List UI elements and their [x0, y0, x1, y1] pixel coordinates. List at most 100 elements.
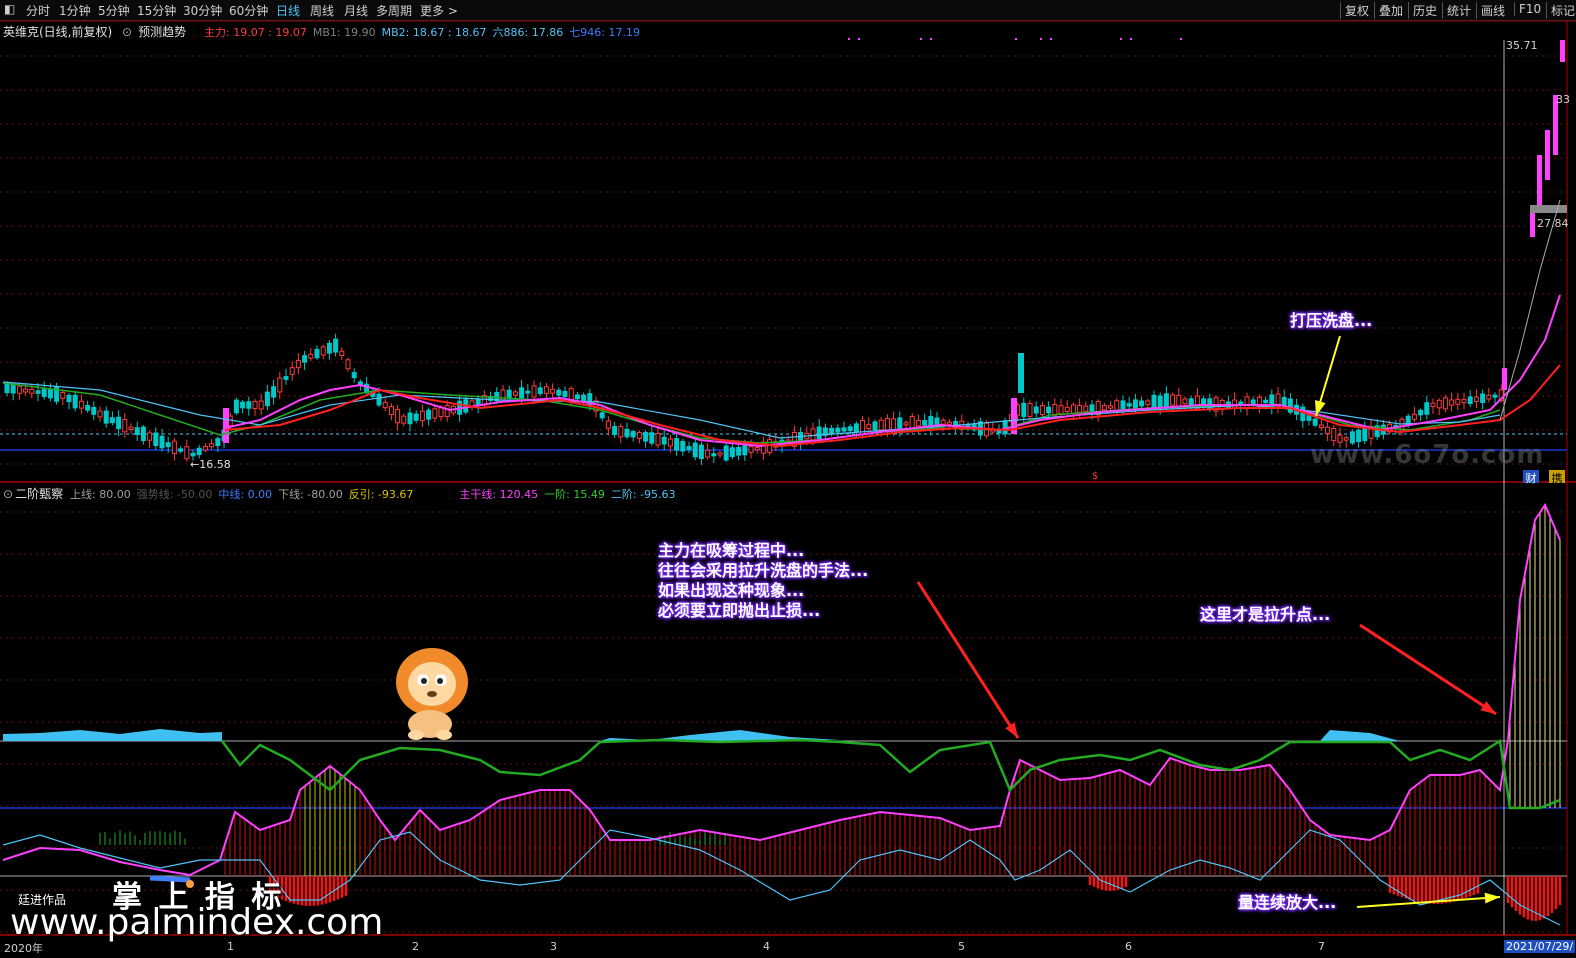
- sub-panel-header: ⊙ 二阶甄察: [3, 485, 69, 502]
- candle-body: [171, 440, 177, 455]
- x-tick-label: 5: [958, 940, 965, 953]
- candle-body: [1120, 400, 1126, 411]
- candle-body: [320, 346, 326, 356]
- candle-body: [1430, 402, 1436, 408]
- stock-title: 英维克(日线,前复权): [3, 25, 113, 39]
- callout-line: 必须要立即抛出止损...: [658, 601, 821, 620]
- candle-body: [258, 400, 264, 410]
- candle-body: [314, 348, 320, 359]
- candle-body: [556, 389, 562, 396]
- candle-body: [537, 387, 543, 395]
- candle-body: [1126, 403, 1132, 407]
- candle-body: [277, 377, 283, 393]
- candle-body: [413, 413, 419, 421]
- candle-body: [16, 385, 22, 394]
- candle-body: [525, 390, 531, 394]
- candle-body: [215, 438, 221, 447]
- candle-body: [196, 447, 202, 456]
- candle-body: [444, 405, 450, 417]
- candle-body: [1033, 406, 1039, 414]
- sub-indicator-name[interactable]: 二阶甄察: [15, 487, 63, 501]
- candle-body: [1188, 398, 1194, 406]
- candle-body: [438, 407, 444, 418]
- marker-dot: [1050, 38, 1052, 40]
- candle-body: [1545, 130, 1550, 180]
- candle-body: [401, 415, 407, 424]
- candle-body: [1362, 427, 1368, 442]
- candle-body: [382, 401, 388, 409]
- candle-body: [1089, 404, 1095, 413]
- dropdown-icon[interactable]: ⊙: [122, 25, 132, 39]
- candle-body: [128, 426, 134, 431]
- candle-body: [60, 391, 66, 399]
- marker-dot: [1120, 38, 1122, 40]
- candle-body: [581, 394, 587, 402]
- candle-body: [1502, 368, 1507, 390]
- note-badge[interactable]: 携: [1549, 470, 1565, 485]
- candle-body: [512, 391, 518, 396]
- candle-body: [1424, 402, 1430, 415]
- candle-body: [85, 404, 91, 411]
- candle-body: [426, 409, 432, 420]
- candle-body: [543, 386, 549, 394]
- candle-body: [419, 410, 425, 422]
- candle-body: [47, 388, 53, 399]
- candle-body: [1461, 398, 1467, 404]
- candle-body: [29, 388, 35, 394]
- legend-entry: 一阶: 15.49: [544, 488, 605, 501]
- candle-body: [686, 446, 692, 451]
- lion-mascot-icon: [390, 642, 475, 746]
- candle-body: [1492, 394, 1498, 398]
- candle-body: [519, 387, 525, 399]
- indicator-name[interactable]: 预测趋势: [138, 25, 186, 39]
- candle-body: [395, 408, 401, 424]
- callout-line: 往往会采用拉升洗盘的手法...: [658, 561, 869, 580]
- candle-body: [655, 432, 661, 446]
- candle-body: [1436, 399, 1442, 409]
- candle-body: [1232, 399, 1238, 409]
- candle-body: [574, 394, 580, 400]
- candle-body: [1058, 405, 1064, 415]
- marker-dot: [930, 38, 932, 40]
- candle-body: [1263, 399, 1269, 403]
- candle-body: [1325, 426, 1331, 435]
- candle-body: [1018, 353, 1024, 393]
- candle-body: [1560, 40, 1565, 62]
- x-tick-label: 7: [1318, 940, 1325, 953]
- candle-body: [4, 383, 10, 394]
- candle-body: [550, 388, 556, 394]
- candle-body: [729, 447, 735, 458]
- candle-body: [202, 445, 208, 451]
- legend-entry: MB1: 19.90: [312, 26, 376, 39]
- candle-body: [233, 399, 239, 414]
- main-legend: 主力: 19.07 : 19.07 MB1: 19.90 MB2: 18.67 : …: [204, 24, 646, 40]
- callout-line: 主力在吸筹过程中...: [658, 541, 805, 560]
- candle-body: [289, 367, 295, 375]
- candle-body: [1101, 405, 1107, 411]
- candle-body: [1281, 396, 1287, 407]
- x-tick-label: 4: [763, 940, 770, 953]
- candle-body: [1170, 394, 1176, 406]
- candle-body: [252, 400, 258, 410]
- candle-body: [599, 412, 605, 419]
- candle-body: [1046, 406, 1052, 414]
- candle-body: [333, 338, 339, 353]
- candle-body: [705, 449, 711, 458]
- candle-body: [1163, 393, 1169, 409]
- candle-body: [153, 432, 159, 447]
- marker-dot: [858, 38, 860, 40]
- candle-body: [698, 444, 704, 460]
- candle-body: [308, 353, 314, 359]
- candle-body: [562, 390, 568, 398]
- candle-body: [649, 432, 655, 444]
- price-label-min: ←16.58: [190, 458, 231, 471]
- candle-body: [748, 446, 754, 453]
- candle-body: [754, 447, 760, 451]
- candle-body: [1318, 424, 1324, 429]
- dropdown-icon[interactable]: ⊙: [3, 487, 13, 501]
- watermark-text: www.6o7o.com: [1310, 440, 1545, 470]
- finance-badge[interactable]: 财: [1523, 470, 1539, 485]
- candle-body: [35, 390, 41, 394]
- x-tick-label: 1: [227, 940, 234, 953]
- candle-body: [872, 421, 878, 431]
